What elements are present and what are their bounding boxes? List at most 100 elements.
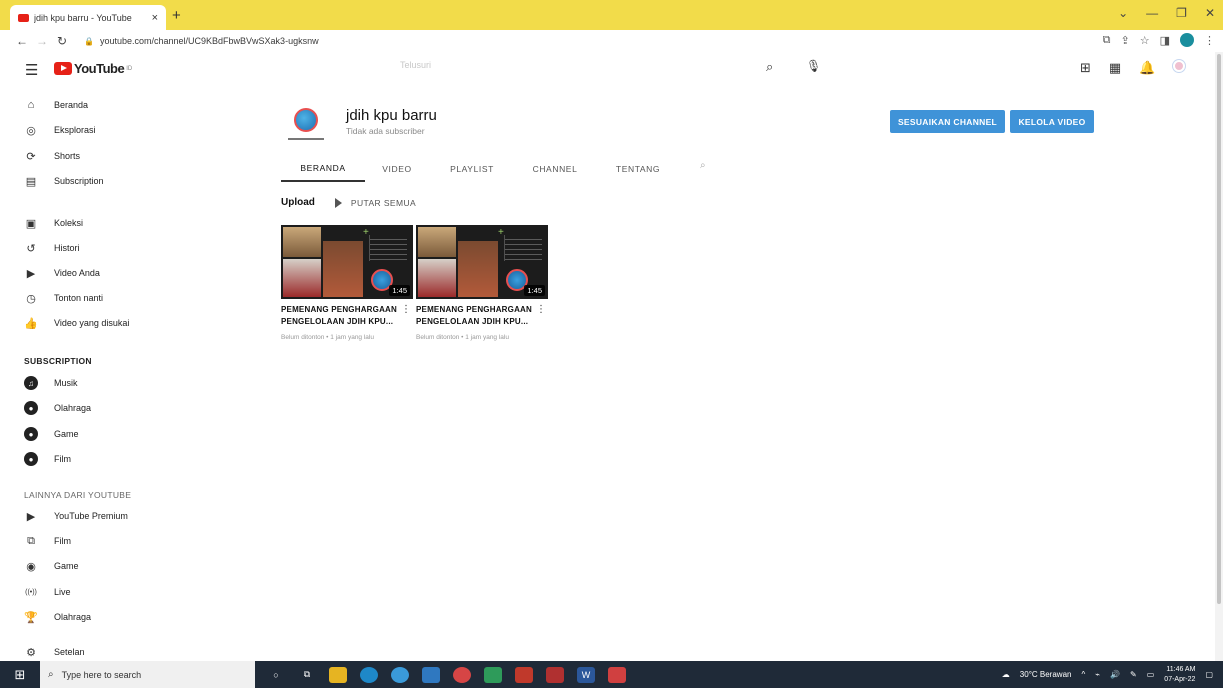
play-all-icon[interactable] xyxy=(334,197,342,208)
profile-avatar[interactable] xyxy=(1180,33,1194,47)
sidebar-item-home[interactable]: ⌂ Beranda xyxy=(24,96,88,114)
network-icon[interactable]: ⌁ xyxy=(1095,670,1100,679)
new-tab-button[interactable]: + xyxy=(172,7,181,24)
side-panel-icon[interactable]: ◨ xyxy=(1160,34,1170,47)
thumbnail-photo xyxy=(418,227,456,257)
minimize-icon[interactable]: — xyxy=(1146,6,1158,20)
cortana-icon[interactable]: ○ xyxy=(267,667,285,683)
install-icon[interactable]: ⧉ xyxy=(1103,34,1111,47)
tab-home[interactable]: BERANDA xyxy=(281,156,365,182)
manage-videos-button[interactable]: KELOLA VIDEO xyxy=(1010,110,1094,133)
pdf-reader-icon[interactable] xyxy=(546,666,564,683)
taskbar-apps: ○ ⧉ W xyxy=(267,666,626,683)
sidebar-item-premium[interactable]: ▶ YouTube Premium xyxy=(24,507,128,525)
page-scrollbar[interactable] xyxy=(1215,52,1223,661)
browser-menu-icon[interactable]: ⋮ xyxy=(1204,34,1215,47)
sidebar-item-library[interactable]: ▣ Koleksi xyxy=(24,214,83,232)
keyboard-icon[interactable]: ▭ xyxy=(1147,670,1155,679)
browser-tab[interactable]: jdih kpu barru - YouTube × xyxy=(10,5,166,30)
tab-channels[interactable]: CHANNEL xyxy=(515,156,595,182)
mail-icon[interactable] xyxy=(422,666,440,683)
video-card[interactable]: + 1:45 PEMENANG PENGHARGAAN PENGELOLAAN … xyxy=(281,225,413,341)
header-actions: ⊞ ▦ 🔔 xyxy=(1080,60,1186,76)
tab-videos[interactable]: VIDEO xyxy=(365,156,429,182)
tab-close-icon[interactable]: × xyxy=(152,12,158,24)
sidebar-item-gaming[interactable]: ● Game xyxy=(24,425,79,443)
address-bar: ← → ↻ 🔒 youtube.com/channel/UC9KBdFbwBVw… xyxy=(0,30,1223,52)
more-from-youtube-heading: LAINNYA DARI YOUTUBE xyxy=(24,490,132,500)
restore-icon[interactable]: ❐ xyxy=(1176,6,1187,20)
system-tray: ☁ 30°C Berawan ^ ⌁ 🔊 ✎ ▭ 11:46 AM 07-Apr… xyxy=(1002,661,1213,688)
library-icon: ▣ xyxy=(25,217,37,230)
sidebar-item-explore[interactable]: ◎ Eksplorasi xyxy=(24,121,95,139)
chrome-icon[interactable] xyxy=(391,666,409,683)
back-arrow-icon[interactable]: ← xyxy=(12,34,32,48)
search-input[interactable]: Telusuri xyxy=(390,60,750,78)
share-icon[interactable]: ⇪ xyxy=(1121,34,1130,47)
url-field[interactable]: 🔒 youtube.com/channel/UC9KBdFbwBVwSXak3-… xyxy=(84,36,319,46)
video-thumbnail[interactable]: + 1:45 xyxy=(281,225,413,299)
video-thumbnail[interactable]: + 1:45 xyxy=(416,225,548,299)
sidebar-item-live[interactable]: ((•)) Live xyxy=(24,583,70,601)
office-icon[interactable] xyxy=(515,666,533,683)
uploads-title[interactable]: Upload xyxy=(281,197,315,208)
video-card[interactable]: + 1:45 PEMENANG PENGHARGAAN PENGELOLAAN … xyxy=(416,225,548,341)
sidebar-item-films[interactable]: ⧉ Film xyxy=(24,532,71,550)
word-icon[interactable]: W xyxy=(577,666,595,683)
sidebar-item-sports[interactable]: ● Olahraga xyxy=(24,399,91,417)
sidebar-item-games[interactable]: ◉ Game xyxy=(24,557,78,575)
customize-channel-button[interactable]: SESUAIKAN CHANNEL xyxy=(890,110,1005,133)
sidebar-item-your-videos[interactable]: ▶ Video Anda xyxy=(24,264,100,282)
sidebar-item-settings[interactable]: ⚙ Setelan xyxy=(24,643,84,661)
sidebar-item-watch-later[interactable]: ◷ Tonton nanti xyxy=(24,289,103,307)
windows-start-icon[interactable]: ⊞ xyxy=(0,661,40,688)
sidebar-item-subscriptions[interactable]: ▤ Subscription xyxy=(24,172,104,190)
notification-center-icon[interactable]: ▢ xyxy=(1205,670,1213,679)
youtube-favicon-icon xyxy=(18,13,29,22)
excel-icon[interactable] xyxy=(484,666,502,683)
video-title[interactable]: PEMENANG PENGHARGAAN PENGELOLAAN JDIH KP… xyxy=(416,304,534,328)
sidebar-item-shorts[interactable]: ⟳ Shorts xyxy=(24,147,80,165)
account-avatar[interactable] xyxy=(1173,60,1186,72)
watch-later-icon: ◷ xyxy=(26,292,36,305)
taskbar-clock[interactable]: 11:46 AM 07-Apr-22 xyxy=(1164,665,1195,685)
hamburger-menu-icon[interactable]: ☰ xyxy=(25,61,38,79)
sidebar-item-sports-more[interactable]: 🏆 Olahraga xyxy=(24,608,91,626)
forward-arrow-icon[interactable]: → xyxy=(32,34,52,48)
windows-taskbar: ⊞ ⌕ Type here to search ○ ⧉ W ☁ 30°C Ber… xyxy=(0,661,1223,688)
taskbar-search-input[interactable]: ⌕ Type here to search xyxy=(40,661,255,688)
task-view-icon[interactable]: ⧉ xyxy=(298,667,316,683)
subscriptions-heading: SUBSCRIPTION xyxy=(24,356,92,366)
edge-browser-icon[interactable] xyxy=(360,666,378,683)
pen-icon[interactable]: ✎ xyxy=(1130,670,1137,679)
notifications-bell-icon[interactable]: 🔔 xyxy=(1139,60,1155,76)
microphone-icon[interactable]: 🎙 xyxy=(806,59,821,73)
video-options-icon[interactable]: ⋮ xyxy=(401,304,411,315)
tab-about[interactable]: TENTANG xyxy=(595,156,681,182)
scrollbar-thumb[interactable] xyxy=(1217,54,1221,604)
sidebar-item-history[interactable]: ↺ Histori xyxy=(24,239,79,257)
volume-icon[interactable]: 🔊 xyxy=(1110,670,1120,679)
file-explorer-icon[interactable] xyxy=(329,666,347,683)
tab-playlists[interactable]: PLAYLIST xyxy=(429,156,515,182)
apps-grid-icon[interactable]: ▦ xyxy=(1109,60,1121,76)
weather-text[interactable]: 30°C Berawan xyxy=(1020,670,1072,679)
reload-icon[interactable]: ↻ xyxy=(52,34,72,48)
tray-overflow-icon[interactable]: ^ xyxy=(1081,670,1085,679)
sidebar-item-film-channel[interactable]: ● Film xyxy=(24,450,71,468)
sidebar-item-liked-videos[interactable]: 👍 Video yang disukai xyxy=(24,314,129,332)
youtube-logo[interactable]: YouTube ID xyxy=(54,61,132,76)
video-options-icon[interactable]: ⋮ xyxy=(536,304,546,315)
chrome-active-icon[interactable] xyxy=(453,666,471,683)
plus-icon: + xyxy=(363,227,369,238)
sidebar-item-music[interactable]: ♫ Musik xyxy=(24,374,78,392)
search-icon[interactable]: ⌕ xyxy=(766,59,773,75)
create-video-icon[interactable]: ⊞ xyxy=(1080,60,1091,76)
channel-search-icon[interactable]: ⌕ xyxy=(700,160,706,171)
play-all-button[interactable]: PUTAR SEMUA xyxy=(351,198,416,208)
close-window-icon[interactable]: ✕ xyxy=(1205,6,1215,20)
video-title[interactable]: PEMENANG PENGHARGAAN PENGELOLAAN JDIH KP… xyxy=(281,304,399,328)
bookmark-star-icon[interactable]: ☆ xyxy=(1140,34,1150,47)
tab-search-chevron-icon[interactable]: ⌄ xyxy=(1118,6,1128,20)
media-app-icon[interactable] xyxy=(608,666,626,683)
